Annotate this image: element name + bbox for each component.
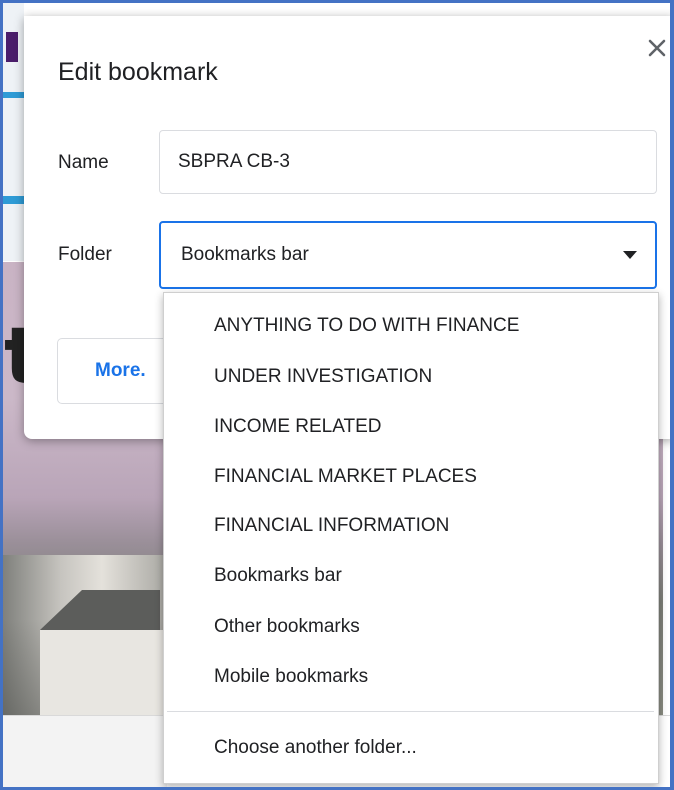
name-label: Name <box>58 152 109 173</box>
background-accent-bar <box>3 196 24 204</box>
name-input-value: SBPRA CB-3 <box>178 151 290 172</box>
folder-label: Folder <box>58 244 112 265</box>
background-logo-mark <box>6 32 18 62</box>
folder-option[interactable]: FINANCIAL INFORMATION <box>214 515 449 537</box>
choose-another-folder-option[interactable]: Choose another folder... <box>214 737 417 759</box>
folder-option[interactable]: Mobile bookmarks <box>214 666 368 688</box>
close-icon <box>648 39 666 57</box>
chevron-down-icon <box>623 251 637 259</box>
folder-dropdown-menu: ANYTHING TO DO WITH FINANCE UNDER INVEST… <box>163 292 659 784</box>
folder-option[interactable]: Other bookmarks <box>214 616 360 638</box>
background-house-wall <box>40 630 168 715</box>
menu-separator <box>167 711 654 712</box>
folder-option[interactable]: FINANCIAL MARKET PLACES <box>214 466 477 488</box>
folder-option[interactable]: INCOME RELATED <box>214 416 382 438</box>
folder-option[interactable]: ANYTHING TO DO WITH FINANCE <box>214 315 519 337</box>
name-input[interactable]: SBPRA CB-3 <box>159 130 657 194</box>
folder-option[interactable]: Bookmarks bar <box>214 565 342 587</box>
background-accent-bar <box>3 92 24 98</box>
folder-option[interactable]: UNDER INVESTIGATION <box>214 366 432 388</box>
folder-select[interactable]: Bookmarks bar <box>159 221 657 289</box>
close-button[interactable] <box>645 36 669 60</box>
folder-select-value: Bookmarks bar <box>181 244 309 265</box>
background-footer-panel <box>3 716 167 790</box>
dialog-title: Edit bookmark <box>58 58 218 86</box>
